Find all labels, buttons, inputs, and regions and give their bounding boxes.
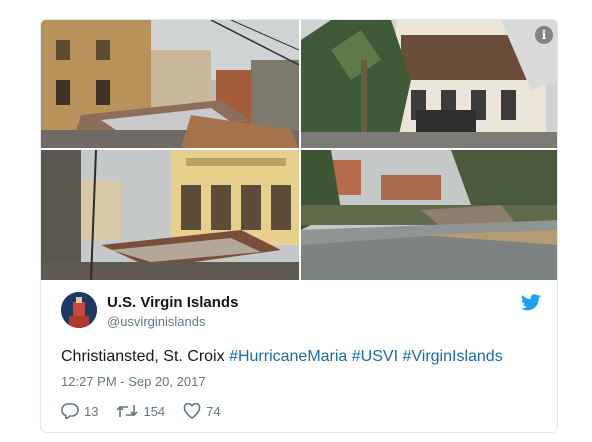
photo-collapsed-balcony[interactable] — [41, 150, 299, 280]
avatar[interactable] — [61, 292, 97, 328]
info-icon[interactable]: i — [535, 26, 553, 44]
hashtag-hurricanemaria[interactable]: #HurricaneMaria — [229, 348, 347, 365]
like-button[interactable]: 74 — [183, 403, 221, 419]
retweet-count: 154 — [143, 403, 166, 419]
tweet-text-plain: Christiansted, St. Croix — [61, 348, 225, 365]
photo-grid: i — [41, 20, 557, 280]
reply-icon — [61, 403, 79, 419]
hashtag-virginislands[interactable]: #VirginIslands — [402, 348, 502, 365]
twitter-bird-icon[interactable] — [521, 294, 541, 311]
tweet-card[interactable]: i U.S. Virgin Islands @usvirginislands C… — [40, 19, 558, 433]
reply-count: 13 — [84, 403, 99, 419]
tweet-timestamp[interactable]: 12:27 PM - Sep 20, 2017 — [61, 374, 206, 389]
tweet-actions: 13 154 74 — [61, 401, 239, 421]
photo-building-palms[interactable]: i — [301, 20, 557, 148]
tweet-text: Christiansted, St. Croix #HurricaneMaria… — [61, 348, 503, 366]
tweet-header: U.S. Virgin Islands @usvirginislands — [61, 292, 541, 336]
retweet-button[interactable]: 154 — [116, 403, 165, 419]
account-name[interactable]: U.S. Virgin Islands — [107, 294, 238, 311]
heart-icon — [183, 403, 201, 419]
hashtag-usvi[interactable]: #USVI — [352, 348, 398, 365]
retweet-icon — [116, 405, 139, 417]
account-handle[interactable]: @usvirginislands — [107, 314, 205, 329]
like-count: 74 — [206, 403, 221, 419]
reply-button[interactable]: 13 — [61, 403, 98, 419]
photo-street-debris[interactable] — [41, 20, 299, 148]
photo-flooded-road[interactable] — [301, 150, 557, 280]
